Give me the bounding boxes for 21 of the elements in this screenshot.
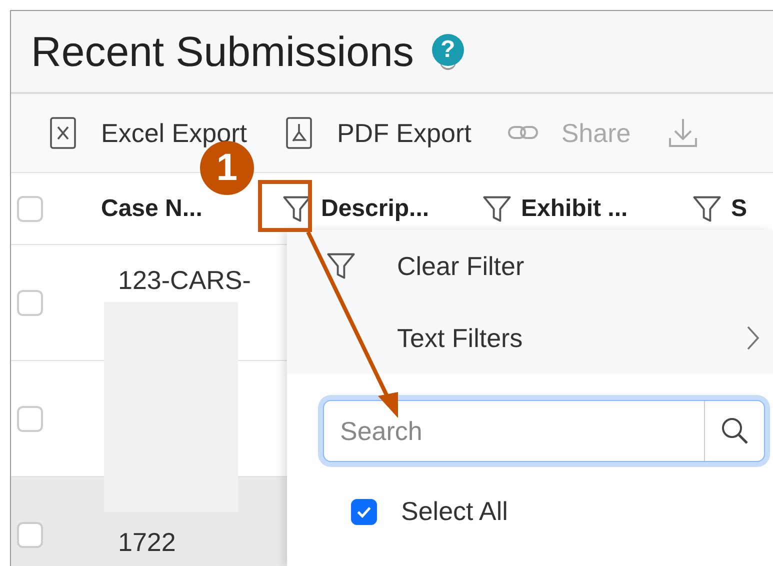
download-icon (666, 116, 699, 150)
row-checkbox[interactable] (17, 290, 43, 316)
menu-item[interactable]: Text Filters (287, 302, 773, 374)
column-header[interactable]: Exhibit ... (521, 194, 628, 222)
row-checkbox[interactable] (17, 406, 43, 432)
search-field[interactable]: Search (324, 401, 704, 461)
table-cell: 1722 (118, 527, 176, 558)
header-checkbox[interactable] (17, 196, 43, 222)
column-header[interactable]: Case N... (101, 194, 202, 222)
highlight-frame (258, 180, 312, 232)
table-cell: 123-CARS- (118, 265, 251, 296)
search-icon (720, 416, 750, 446)
select-all-checkbox[interactable] (351, 498, 377, 524)
column-header[interactable]: S (731, 194, 748, 222)
menu-item[interactable]: Clear Filter (287, 230, 773, 302)
column-header[interactable]: Descrip... (321, 194, 430, 222)
spreadsheet-icon (47, 116, 79, 150)
page-title: Recent Submissions (31, 28, 414, 76)
checkbox-label: Select All (401, 496, 508, 527)
toolbar-button[interactable]: PDF Export (276, 116, 478, 150)
row-checkbox[interactable] (17, 522, 43, 548)
